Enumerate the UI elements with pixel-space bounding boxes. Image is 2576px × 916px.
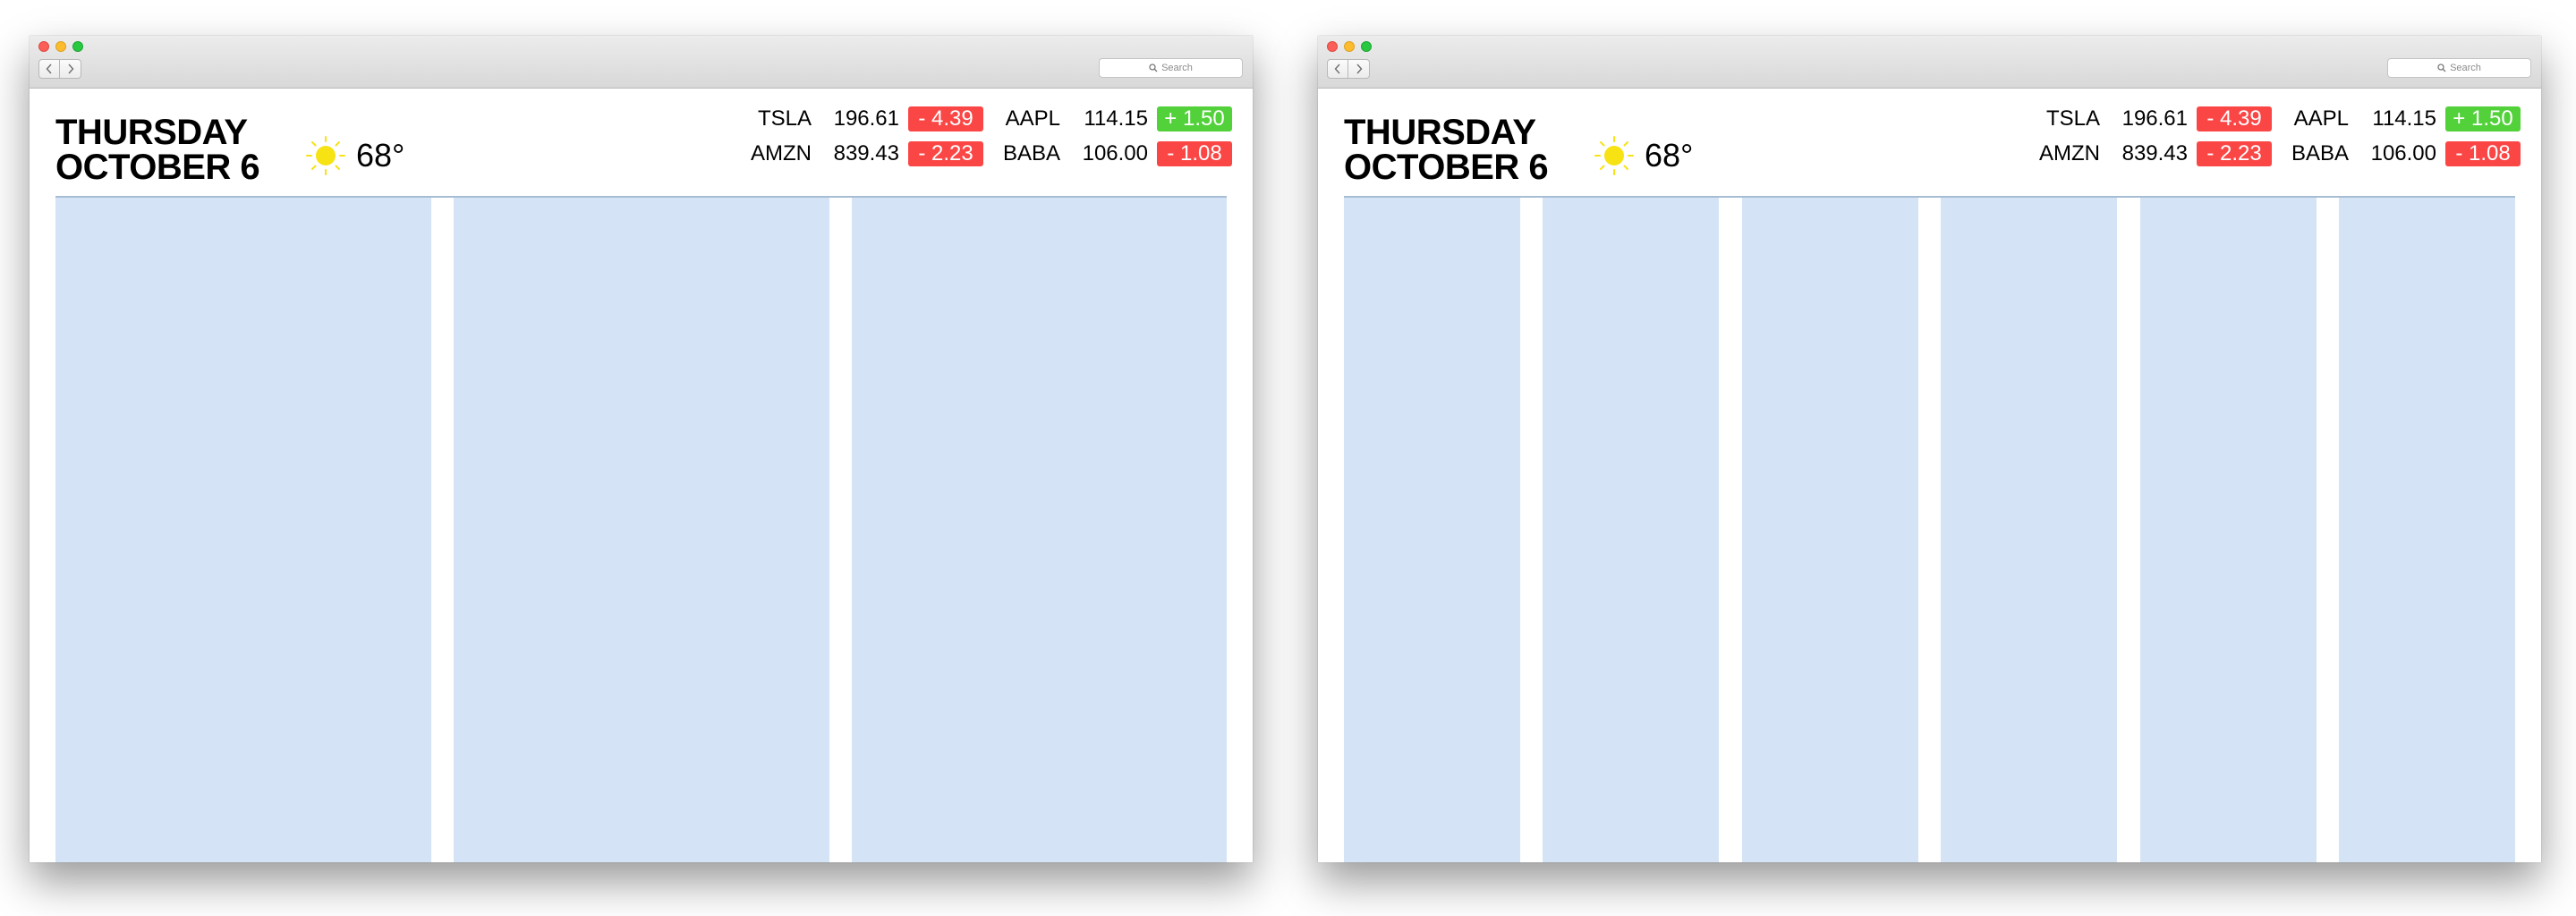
search-placeholder: Search — [1161, 63, 1193, 73]
zoom-window-button[interactable] — [1361, 41, 1372, 52]
minimize-window-button[interactable] — [55, 41, 66, 52]
stock-ticker: TSLA 196.61 - 4.39 AAPL 114.15 + 1.50 AM… — [1318, 89, 2541, 196]
back-button[interactable] — [1327, 59, 1348, 79]
grid-column — [2339, 198, 2515, 862]
stock-item-aapl[interactable]: AAPL 114.15 + 1.50 — [2286, 105, 2521, 133]
stock-item-amzn[interactable]: AMZN 839.43 - 2.23 — [2037, 140, 2272, 168]
stock-change-badge: - 1.08 — [1157, 141, 1232, 166]
title-bar: Search — [30, 36, 1253, 89]
stock-symbol: TSLA — [757, 106, 812, 131]
layout-grid-6-columns — [1344, 198, 2515, 862]
stock-symbol: AAPL — [1005, 106, 1060, 131]
browser-window-right: Search THURSDAY OCTOBER 6 68° TSLA 196.6… — [1318, 36, 2541, 862]
back-button[interactable] — [38, 59, 60, 79]
stock-item-tsla[interactable]: TSLA 196.61 - 4.39 — [2037, 105, 2272, 133]
grid-column — [1742, 198, 1918, 862]
chevron-left-icon — [46, 64, 52, 74]
title-bar: Search — [1318, 36, 2541, 89]
close-window-button[interactable] — [38, 41, 49, 52]
stock-item-baba[interactable]: BABA 106.00 - 1.08 — [998, 140, 1232, 168]
search-placeholder: Search — [2450, 63, 2481, 73]
stock-item-amzn[interactable]: AMZN 839.43 - 2.23 — [749, 140, 983, 168]
stock-change-badge: - 1.08 — [2445, 141, 2521, 166]
stock-item-baba[interactable]: BABA 106.00 - 1.08 — [2286, 140, 2521, 168]
stock-symbol: AMZN — [751, 141, 812, 165]
stock-price: 196.61 — [833, 106, 899, 131]
grid-column — [1344, 198, 1520, 862]
stock-symbol: TSLA — [2045, 106, 2100, 131]
stock-price: 106.00 — [1082, 141, 1148, 165]
stock-item-tsla[interactable]: TSLA 196.61 - 4.39 — [749, 105, 983, 133]
grid-column — [852, 198, 1227, 862]
forward-button[interactable] — [60, 59, 81, 79]
grid-column — [454, 198, 829, 862]
stock-symbol: AAPL — [2293, 106, 2349, 131]
page-header: THURSDAY OCTOBER 6 68° TSLA 196.61 - 4.3… — [1318, 89, 2541, 196]
stock-price: 106.00 — [2370, 141, 2436, 165]
stock-price: 839.43 — [2121, 141, 2188, 165]
stock-ticker: TSLA 196.61 - 4.39 AAPL 114.15 + 1.50 AM… — [30, 89, 1253, 196]
stock-price: 839.43 — [833, 141, 899, 165]
stock-change-badge: + 1.50 — [2445, 106, 2521, 131]
stock-change-badge: - 2.23 — [908, 141, 983, 166]
chevron-right-icon — [67, 64, 73, 74]
stock-price: 114.15 — [1084, 106, 1148, 131]
layout-grid-3-columns — [55, 198, 1227, 862]
stock-price: 114.15 — [2372, 106, 2436, 131]
stock-symbol: BABA — [2291, 141, 2349, 165]
grid-column — [55, 198, 431, 862]
stock-change-badge: - 4.39 — [2197, 106, 2272, 131]
forward-button[interactable] — [1348, 59, 1370, 79]
stock-change-badge: - 4.39 — [908, 106, 983, 131]
zoom-window-button[interactable] — [72, 41, 83, 52]
grid-column — [2140, 198, 2317, 862]
stock-symbol: AMZN — [2039, 141, 2100, 165]
stock-item-aapl[interactable]: AAPL 114.15 + 1.50 — [998, 105, 1232, 133]
chevron-right-icon — [1356, 64, 1362, 74]
stock-change-badge: + 1.50 — [1157, 106, 1232, 131]
grid-column — [1941, 198, 2117, 862]
close-window-button[interactable] — [1327, 41, 1338, 52]
search-icon — [2437, 64, 2446, 72]
stock-change-badge: - 2.23 — [2197, 141, 2272, 166]
grid-column — [1543, 198, 1719, 862]
search-field[interactable]: Search — [1099, 58, 1243, 78]
page-header: THURSDAY OCTOBER 6 68° TSLA 196.61 - 4.3… — [30, 89, 1253, 196]
search-field[interactable]: Search — [2387, 58, 2531, 78]
search-icon — [1149, 64, 1158, 72]
minimize-window-button[interactable] — [1344, 41, 1355, 52]
stock-symbol: BABA — [1002, 141, 1060, 165]
chevron-left-icon — [1334, 64, 1340, 74]
stock-price: 196.61 — [2121, 106, 2188, 131]
browser-window-left: Search THURSDAY OCTOBER 6 68° TSLA 196.6… — [30, 36, 1253, 862]
